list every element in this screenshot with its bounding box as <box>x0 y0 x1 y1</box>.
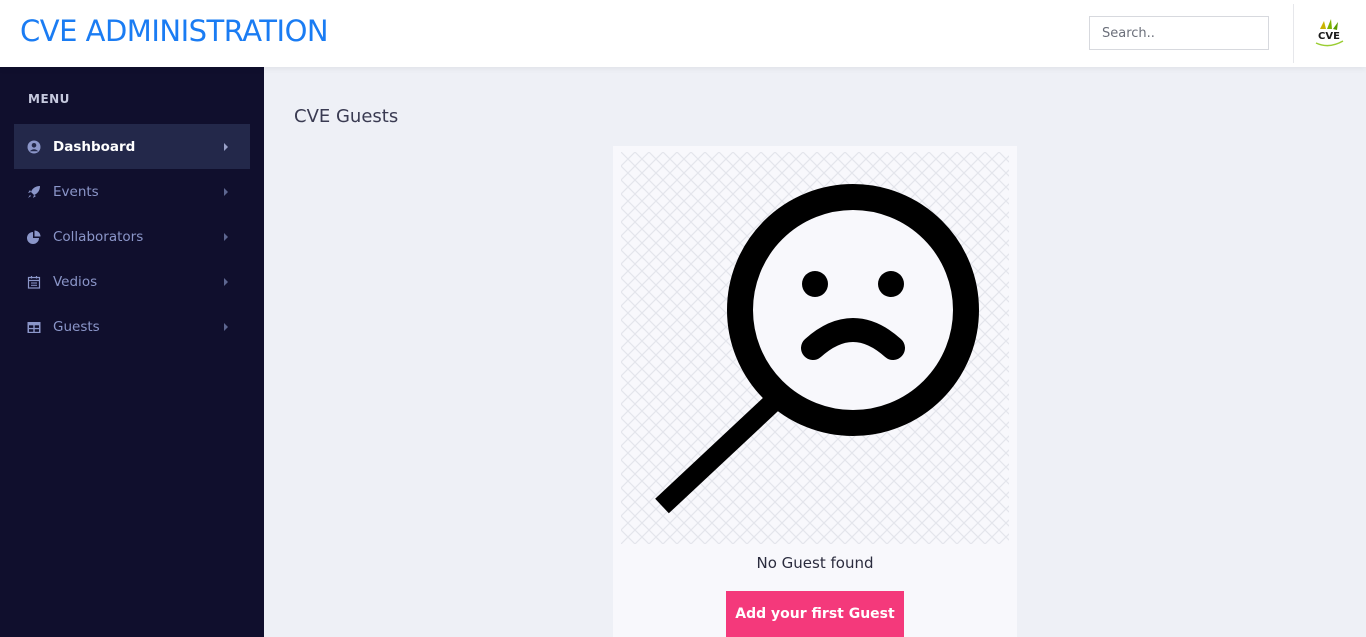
calendar-icon <box>27 275 41 289</box>
pie-chart-icon <box>27 230 41 244</box>
sidebar-item-dashboard[interactable]: Dashboard <box>14 124 250 169</box>
empty-state-message: No Guest found <box>756 554 874 572</box>
sidebar-item-label: Collaborators <box>53 228 144 245</box>
add-first-guest-button[interactable]: Add your first Guest <box>726 591 904 637</box>
chevron-right-icon <box>224 142 228 151</box>
search-input[interactable] <box>1089 16 1269 50</box>
rocket-icon <box>27 185 41 199</box>
empty-state-card: No Guest found Add your first Guest <box>613 146 1017 637</box>
sidebar-item-vedios[interactable]: Vedios <box>14 259 250 304</box>
sidebar: MENU Dashboard Events Collaborators Vedi… <box>0 67 264 637</box>
table-icon <box>27 320 41 334</box>
page-title: CVE Guests <box>294 106 399 127</box>
chevron-right-icon <box>224 322 228 331</box>
sidebar-item-label: Events <box>53 183 99 200</box>
sidebar-item-guests[interactable]: Guests <box>14 304 250 349</box>
sidebar-item-label: Guests <box>53 318 100 335</box>
menu-title: MENU <box>28 92 70 106</box>
chevron-right-icon <box>224 277 228 286</box>
sidebar-item-label: Dashboard <box>53 138 136 155</box>
top-header: CVE ADMINISTRATION CVE <box>0 0 1366 67</box>
app-title[interactable]: CVE ADMINISTRATION <box>20 14 329 48</box>
chevron-right-icon <box>224 232 228 241</box>
sidebar-item-collaborators[interactable]: Collaborators <box>14 214 250 259</box>
header-divider <box>1293 4 1294 63</box>
sidebar-item-label: Vedios <box>53 273 98 290</box>
user-circle-icon <box>27 140 41 154</box>
sad-face-magnifier-icon <box>621 152 1009 544</box>
logo-text: CVE <box>1318 31 1340 42</box>
chevron-right-icon <box>224 187 228 196</box>
sidebar-item-events[interactable]: Events <box>14 169 250 214</box>
cve-logo[interactable]: CVE <box>1310 17 1348 51</box>
